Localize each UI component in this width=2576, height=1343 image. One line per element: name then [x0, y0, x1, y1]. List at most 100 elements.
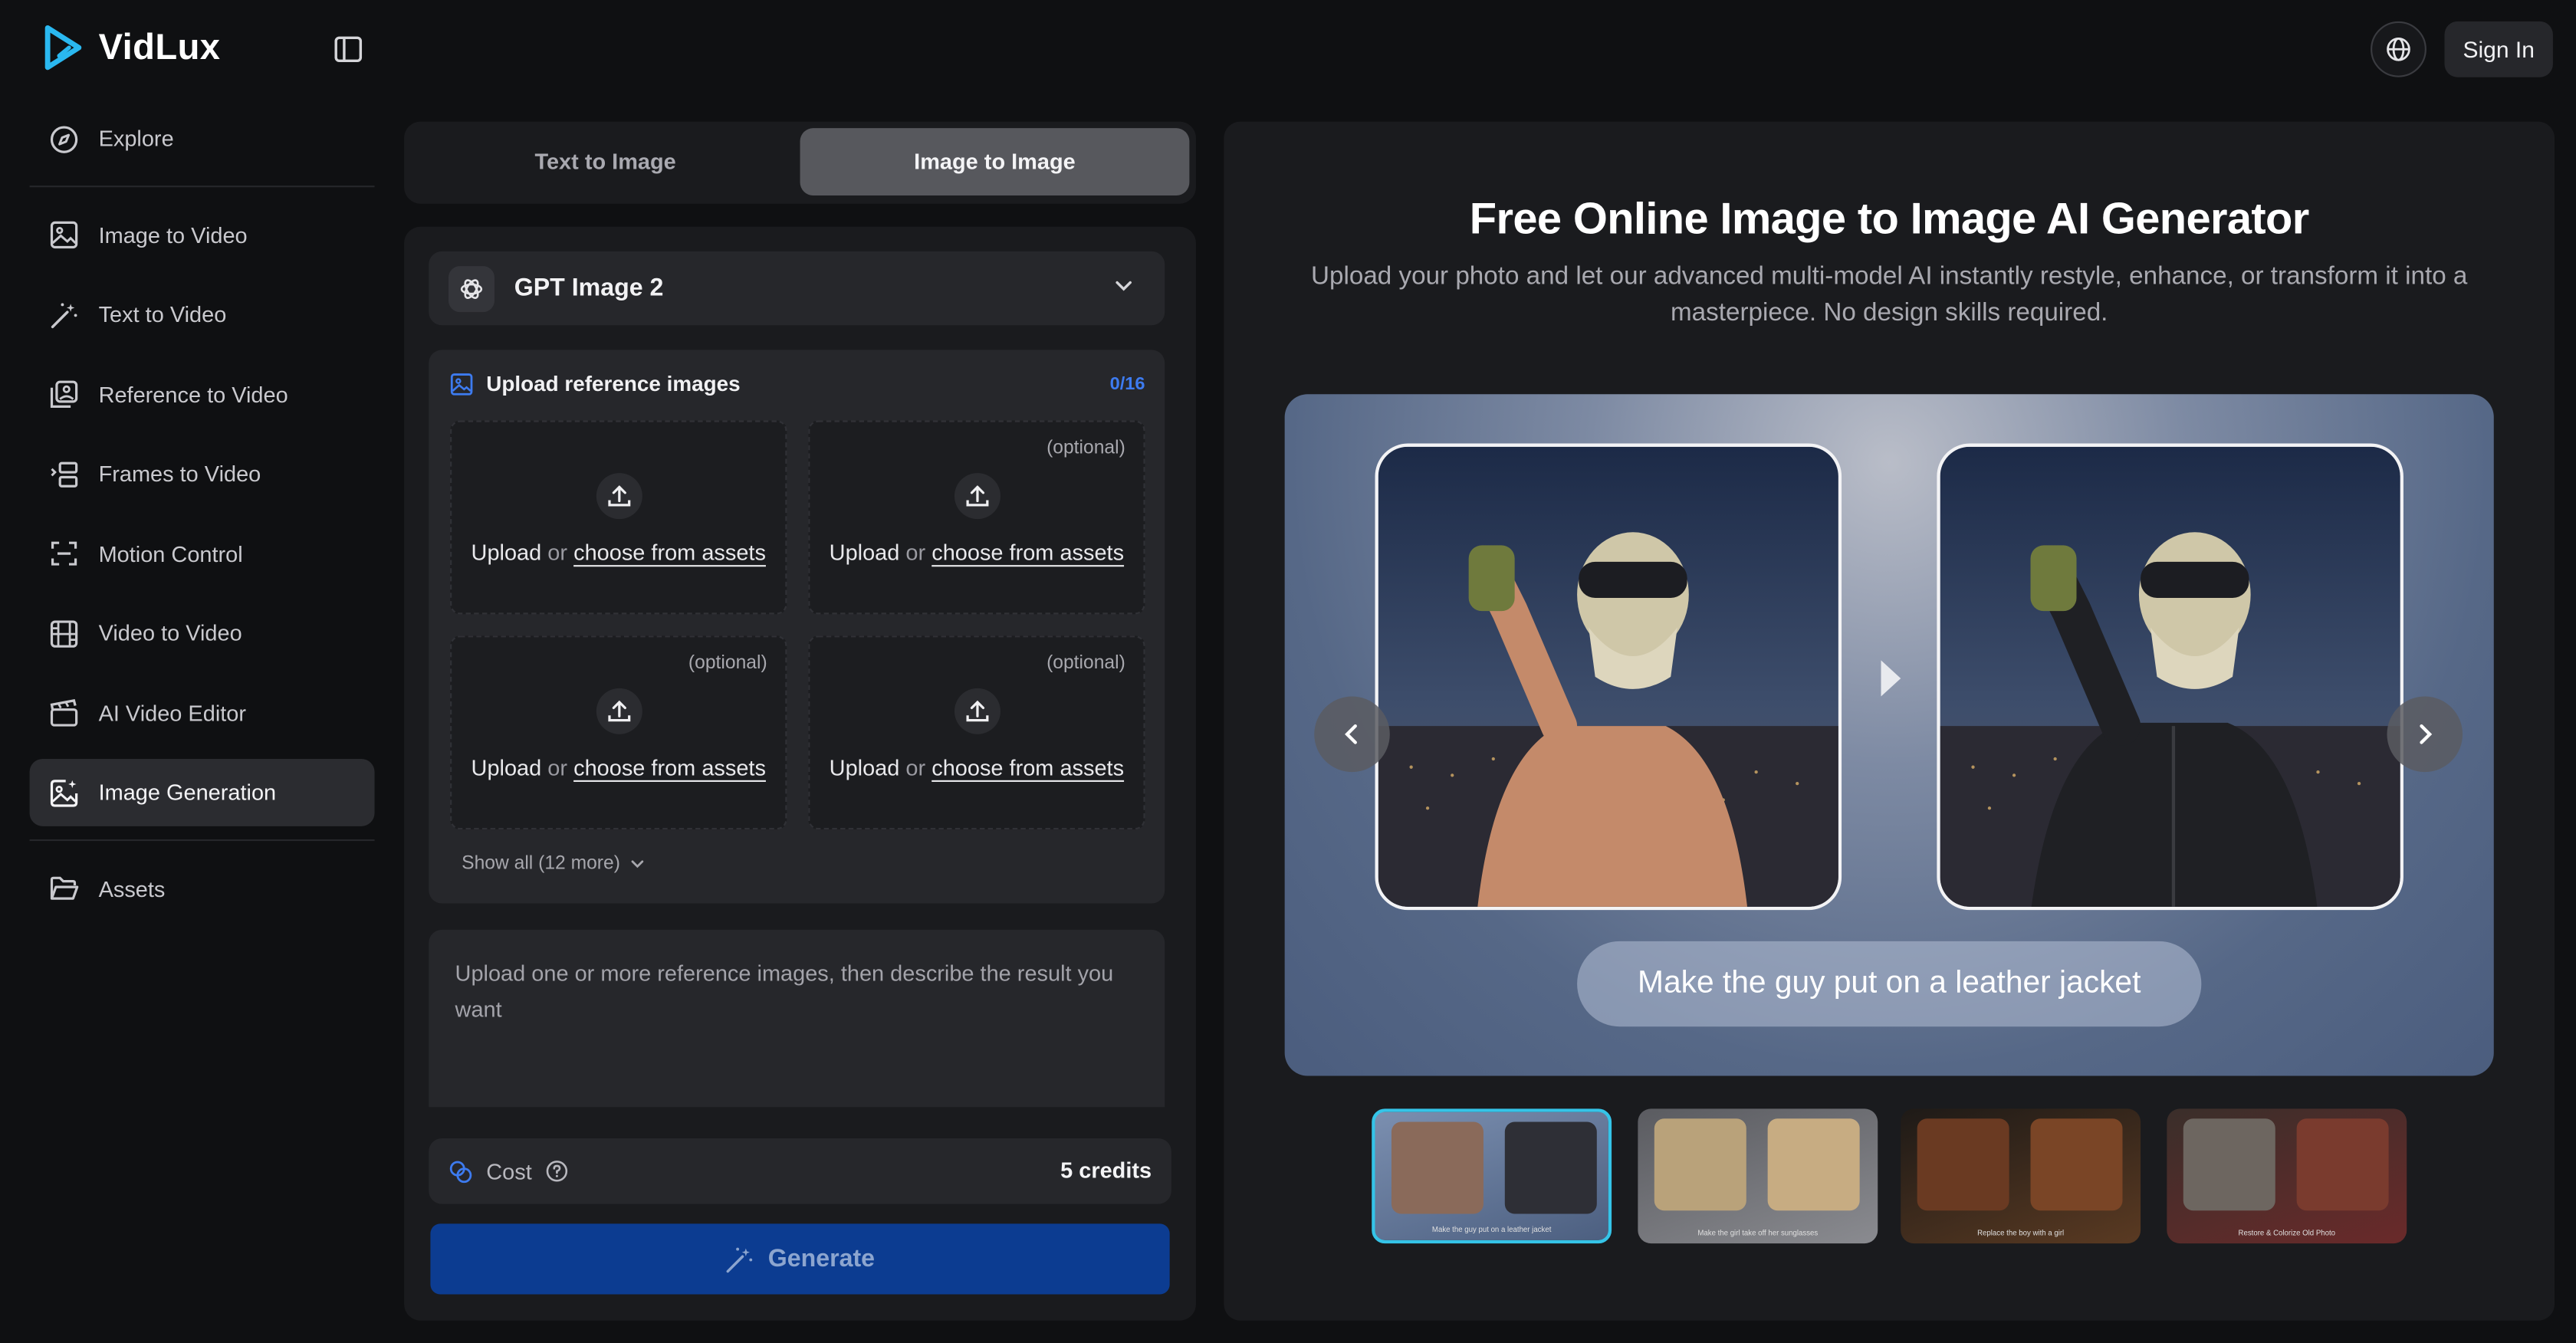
thumbnail[interactable]: Make the guy put on a leather jacket — [1372, 1108, 1612, 1244]
upload-slot[interactable]: (optional) Upload or choose from assets — [808, 635, 1145, 830]
globe-icon — [2387, 37, 2410, 61]
sidebar-item-text-to-video[interactable]: Text to Video — [30, 281, 375, 348]
folder-icon — [49, 874, 79, 904]
example-carousel: Make the guy put on a leather jacket — [1284, 394, 2494, 1076]
thumbnail-caption: Make the girl take off her sunglasses — [1697, 1228, 1819, 1237]
image-sparkle-icon — [49, 778, 79, 808]
clapperboard-icon — [49, 698, 79, 728]
sidebar-item-explore[interactable]: Explore — [30, 105, 375, 172]
upload-link[interactable]: Upload — [830, 540, 900, 565]
thumbnail-caption: Replace the boy with a girl — [1977, 1228, 2065, 1237]
sidebar-item-video-to-video[interactable]: Video to Video — [30, 599, 375, 667]
language-button[interactable] — [2371, 21, 2426, 77]
choose-from-assets-link[interactable]: choose from assets — [573, 756, 766, 780]
carousel-next-button[interactable] — [2387, 696, 2463, 773]
sidebar-item-image-to-video[interactable]: Image to Video — [30, 201, 375, 268]
example-caption: Make the guy put on a leather jacket — [1577, 941, 2202, 1027]
choose-from-assets-link[interactable]: choose from assets — [573, 540, 766, 565]
sidebar-item-image-generation[interactable]: Image Generation — [29, 758, 375, 826]
upload-title: Upload reference images — [486, 371, 741, 396]
sidebar-item-assets[interactable]: Assets — [30, 855, 375, 922]
thumbnail-before — [1391, 1121, 1484, 1214]
optional-label: (optional) — [1046, 438, 1125, 458]
upload-text: Upload or choose from assets — [452, 756, 785, 780]
hero-title: Free Online Image to Image AI Generator — [1469, 193, 2310, 244]
coins-icon — [449, 1160, 472, 1183]
or-text: or — [905, 755, 926, 780]
model-select[interactable]: GPT Image 2 — [429, 251, 1165, 326]
sidebar-item-ai-video-editor[interactable]: AI Video Editor — [30, 679, 375, 747]
sidebar-item-label: Frames to Video — [98, 461, 261, 487]
sidebar-divider — [29, 838, 375, 841]
sidebar-item-motion-control[interactable]: Motion Control — [30, 520, 375, 587]
choose-from-assets-link[interactable]: choose from assets — [932, 756, 1124, 780]
vidlux-logo-icon — [44, 25, 82, 71]
show-all-label: Show all (12 more) — [462, 854, 620, 874]
upload-link[interactable]: Upload — [830, 756, 900, 780]
upload-text: Upload or choose from assets — [810, 756, 1143, 780]
upload-text: Upload or choose from assets — [452, 540, 785, 565]
or-text: or — [905, 540, 926, 566]
upload-slot[interactable]: (optional) Upload or choose from assets — [808, 420, 1145, 615]
help-circle-icon[interactable] — [545, 1160, 568, 1183]
prompt-placeholder: Upload one or more reference images, the… — [455, 960, 1114, 1022]
cost-row: Cost 5 credits — [429, 1138, 1171, 1204]
tab-text-to-image[interactable]: Text to Image — [411, 128, 800, 195]
generate-button[interactable]: Generate — [430, 1223, 1170, 1295]
thumbnail-after — [2030, 1118, 2123, 1211]
choose-from-assets-link[interactable]: choose from assets — [932, 540, 1124, 565]
cost-value: 5 credits — [1060, 1157, 1152, 1183]
frames-icon — [49, 459, 79, 489]
chevron-down-icon — [630, 860, 643, 869]
carousel-prev-button[interactable] — [1314, 696, 1390, 773]
cost-label: Cost — [486, 1158, 532, 1184]
generate-label: Generate — [767, 1245, 876, 1273]
upload-header: Upload reference images — [450, 371, 741, 396]
thumbnail[interactable]: Restore & Colorize Old Photo — [2167, 1108, 2407, 1244]
image-icon — [49, 220, 79, 250]
sidebar-toggle-button[interactable] — [329, 30, 368, 69]
film-icon — [49, 619, 79, 649]
sidebar: Explore Image to Video Text to Video Ref… — [29, 105, 375, 934]
optional-label: (optional) — [1046, 653, 1125, 674]
thumbnail-caption: Restore & Colorize Old Photo — [2238, 1228, 2336, 1237]
upload-link[interactable]: Upload — [472, 540, 542, 565]
play-arrow-icon — [1881, 660, 1901, 697]
sidebar-divider — [29, 185, 375, 187]
images-icon — [49, 379, 79, 409]
sidebar-item-frames-to-video[interactable]: Frames to Video — [30, 440, 375, 507]
sidebar-panel-icon — [334, 36, 363, 62]
showcase-panel: Free Online Image to Image AI Generator … — [1224, 121, 2555, 1321]
sidebar-item-label: Explore — [98, 126, 174, 152]
upload-slot[interactable]: (optional) Upload or choose from assets — [450, 635, 787, 830]
thumbnail-caption: Make the guy put on a leather jacket — [1431, 1225, 1552, 1234]
tab-image-to-image[interactable]: Image to Image — [800, 128, 1190, 195]
upload-icon — [954, 688, 1001, 734]
upload-text: Upload or choose from assets — [810, 540, 1143, 565]
sign-in-button[interactable]: Sign In — [2444, 21, 2553, 77]
generator-panel: Text to Image Image to Image GPT Image 2 — [404, 121, 1196, 1321]
or-text: or — [547, 540, 568, 566]
thumbnail-before — [1654, 1118, 1746, 1211]
sidebar-item-reference-to-video[interactable]: Reference to Video — [30, 360, 375, 428]
magic-wand-icon — [49, 300, 79, 330]
prompt-textarea[interactable]: Upload one or more reference images, the… — [429, 929, 1165, 1108]
sidebar-item-label: Motion Control — [98, 541, 243, 566]
header: VidLux Sign In — [0, 0, 2576, 99]
thumbnail-after — [1504, 1121, 1597, 1214]
upload-reference-section: Upload reference images 0/16 Upload or c… — [429, 350, 1165, 904]
sidebar-item-label: Video to Video — [98, 620, 242, 646]
upload-slot[interactable]: Upload or choose from assets — [450, 420, 787, 615]
logo[interactable]: VidLux — [39, 23, 220, 72]
thumbnail-after — [1767, 1118, 1860, 1211]
sidebar-item-label: AI Video Editor — [98, 700, 247, 726]
app-name: VidLux — [98, 26, 221, 67]
chevron-right-icon — [2420, 724, 2433, 744]
upload-link[interactable]: Upload — [472, 756, 542, 780]
thumbnail[interactable]: Make the girl take off her sunglasses — [1638, 1108, 1878, 1244]
magic-wand-icon — [727, 1246, 754, 1272]
thumbnail[interactable]: Replace the boy with a girl — [1901, 1108, 2141, 1244]
show-all-button[interactable]: Show all (12 more) — [462, 854, 645, 874]
before-image — [1375, 443, 1842, 911]
chevron-down-icon — [1116, 281, 1132, 291]
